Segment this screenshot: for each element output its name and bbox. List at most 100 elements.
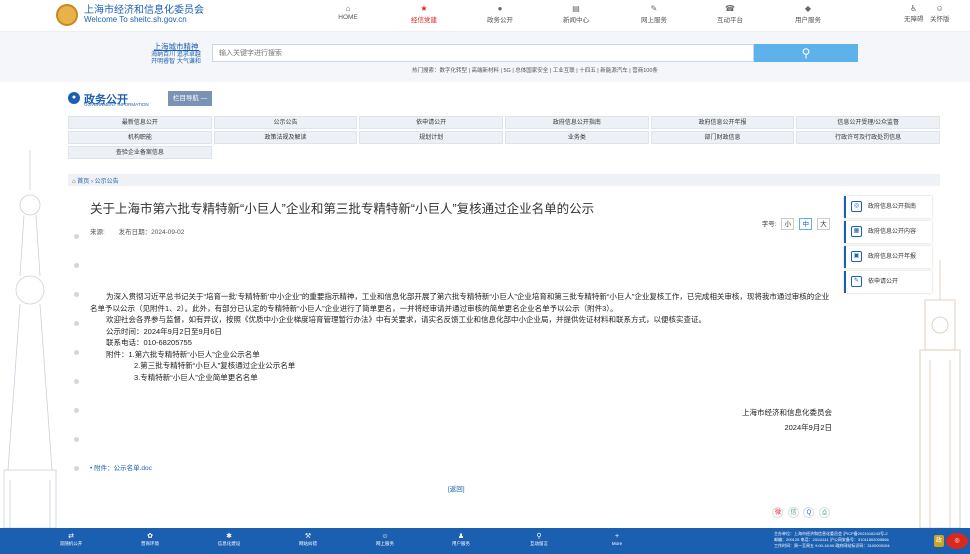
footer-item[interactable]: ⚲ 互动留言 xyxy=(514,532,564,547)
home-icon: ⌂ xyxy=(345,4,351,13)
nav-label: 互动平台 xyxy=(717,17,743,24)
gov-category-grid: 最新信息公开 公示公告 依申请公开 政府信息公开指南 政府信息公开年报 信息公开… xyxy=(68,116,940,159)
category-link[interactable]: 最新信息公开 xyxy=(68,116,212,129)
nav-interaction[interactable]: ☎ 互动平台 xyxy=(700,4,760,24)
article-title: 关于上海市第六批专精特新“小巨人”企业和第三批专精特新“小巨人”复核通过企业名单… xyxy=(90,202,595,216)
nav-online-service[interactable]: ✎ 网上服务 xyxy=(624,4,684,24)
nav-gov-open[interactable]: ● 政务公开 xyxy=(470,4,530,24)
breadcrumb-home[interactable]: 首页 xyxy=(77,179,89,185)
category-link[interactable]: 部门财政信息 xyxy=(650,131,795,144)
breadcrumb-separator: › xyxy=(90,179,93,185)
footer-item[interactable]: ⚒ 网站纠错 xyxy=(283,532,333,547)
emblem-logo[interactable] xyxy=(56,4,78,26)
side-link-apply[interactable]: ✎ 依申请公开 xyxy=(844,271,932,293)
category-link[interactable]: 政策法规及解读 xyxy=(213,131,358,144)
user-service-icon: ◆ xyxy=(804,4,812,13)
footer-more[interactable]: + More xyxy=(592,532,642,546)
font-size-label: 字号: xyxy=(761,221,777,228)
side-link-guide[interactable]: ◎ 政府信息公开指南 xyxy=(844,196,932,218)
gov-open-header: ● 政务公开 GOVERNMENT INFORMATION 栏目导航 — xyxy=(68,90,948,110)
hot-search-list[interactable]: 热门搜索：数字化转型 | 高端新材料 | 5G | 总体国家安全 | 工业互联 … xyxy=(412,66,658,74)
notice-period: 公示时间：2024年9月2日至9月6日 xyxy=(106,326,222,336)
footer-item[interactable]: ☺ 网上服务 xyxy=(360,532,410,547)
side-quick-links: ◎ 政府信息公开指南 ▦ 政府信息公开内容 ▣ 政府信息公开年报 ✎ 依申请公开 xyxy=(844,196,932,296)
side-link-label: 政府信息公开内容 xyxy=(868,229,917,235)
qq-share-icon[interactable]: Q xyxy=(803,507,815,518)
care-icon: ☺ xyxy=(935,4,944,13)
back-link[interactable]: [返回] xyxy=(448,483,465,493)
wechat-share-icon[interactable]: 信 xyxy=(787,507,799,518)
font-size-large[interactable]: 大 xyxy=(817,218,830,230)
party-icon: ★ xyxy=(420,4,428,13)
footer-label: 网站纠错 xyxy=(299,541,317,546)
side-link-content[interactable]: ▦ 政府信息公开内容 xyxy=(844,221,932,243)
footer-label: 互动留言 xyxy=(530,541,548,546)
footer-info: 主办单位：上海市经济和信息化委员会 沪ICP备2021016243号-2 邮编：… xyxy=(774,531,934,549)
site-subtitle: Welcome To sheitc.sh.gov.cn xyxy=(84,15,187,24)
category-link[interactable]: 政府信息公开年报 xyxy=(650,116,795,129)
article-date: 发布日期：2024-09-02 xyxy=(118,229,185,236)
footer-label: 信息化建设 xyxy=(217,541,241,546)
category-link[interactable]: 业务类 xyxy=(505,131,649,144)
brand-line: 开明睿智 大气谦和 xyxy=(151,59,201,65)
body-paragraph: 为深入贯彻习近平总书记关于“培育一批‘专精特新’中小企业”的重要指示精神，工业和… xyxy=(90,292,830,313)
nav-label: 政务公开 xyxy=(487,17,513,24)
footer-item[interactable]: ♟ 用户服务 xyxy=(436,532,486,547)
nav-label: 经信党建 xyxy=(411,17,437,24)
nav-party-building[interactable]: ★ 经信党建 xyxy=(394,4,454,24)
weibo-share-icon[interactable]: 微 xyxy=(772,507,784,518)
section-subtitle: GOVERNMENT INFORMATION xyxy=(84,102,149,107)
font-size-small[interactable]: 小 xyxy=(781,218,795,230)
category-link[interactable]: 机构职能 xyxy=(68,131,212,144)
accessibility-link[interactable]: ♿ 无障碍 xyxy=(904,4,924,23)
nav-news[interactable]: ▤ 新闻中心 xyxy=(546,4,606,24)
care-mode-link[interactable]: ☺ 关怀版 xyxy=(930,4,950,23)
category-link[interactable]: 公示公告 xyxy=(213,116,358,129)
category-link[interactable]: 查验企业备案信息 xyxy=(68,146,212,159)
search-button[interactable]: ⚲ xyxy=(754,44,858,62)
nav-user-service[interactable]: ◆ 用户服务 xyxy=(778,4,838,24)
util-label: 关怀版 xyxy=(930,16,950,23)
font-size-medium[interactable]: 中 xyxy=(799,218,813,230)
footer-item[interactable]: ⇄ 双随机公开 xyxy=(46,532,96,547)
column-nav-button[interactable]: 栏目导航 — xyxy=(168,91,212,106)
side-link-label: 政府信息公开年报 xyxy=(868,254,917,260)
article-meta: 来源: 发布日期：2024-09-02 xyxy=(90,226,196,236)
nav-label: 用户服务 xyxy=(795,17,821,24)
swap-icon: ⇄ xyxy=(68,533,74,540)
gov-icon: ● xyxy=(497,4,503,13)
decor-dots xyxy=(74,234,84,495)
speech-bubble-icon: ● xyxy=(68,92,80,104)
brand-line: 海纳百川 追求卓越 xyxy=(151,52,201,58)
body-paragraph: 欢迎社会各界参与监督，如有异议，按照《优质中小企业梯度培育管理暂行办法》中有关要… xyxy=(106,315,706,324)
gov-badge-icon[interactable]: 政 xyxy=(934,535,944,547)
decor-dot xyxy=(74,437,79,442)
category-link[interactable]: 依申请公开 xyxy=(359,116,503,129)
service-icon: ☺ xyxy=(381,533,389,540)
category-link[interactable]: 政府信息公开指南 xyxy=(505,116,649,129)
breadcrumb: ⌂ 首页 › 公示公告 xyxy=(68,174,940,186)
error-report-icon[interactable]: ◎ xyxy=(946,533,968,549)
article-panel: 关于上海市第六批专精特新“小巨人”企业和第三批专精特新“小巨人”复核通过企业名单… xyxy=(68,188,842,520)
category-link[interactable]: 信息公开受理/公众监督 xyxy=(796,116,940,129)
search-input[interactable] xyxy=(212,44,754,62)
footer-item[interactable]: ✱ 信息化建设 xyxy=(204,532,254,547)
category-link[interactable]: 行政许可及行政处罚信息 xyxy=(796,131,940,144)
breadcrumb-current[interactable]: 公示公告 xyxy=(95,179,119,185)
contact-phone: 联系电话：010-68205755 xyxy=(106,338,192,347)
compass-icon: ◎ xyxy=(851,201,862,212)
nav-home[interactable]: ⌂ HOME xyxy=(318,4,378,21)
footer-item[interactable]: ✿ 营商环境 xyxy=(125,532,175,547)
nav-label: HOME xyxy=(338,14,358,21)
side-link-annual-report[interactable]: ▣ 政府信息公开年报 xyxy=(844,246,932,268)
font-size-switcher: 字号: 小 中 大 xyxy=(762,218,830,230)
attachment-download-link[interactable]: • 附件：公示名单.doc xyxy=(90,462,152,472)
gear-icon: ✱ xyxy=(226,533,232,540)
decor-dot xyxy=(74,263,79,268)
category-link[interactable]: 规划计划 xyxy=(359,131,503,144)
side-link-label: 依申请公开 xyxy=(868,279,899,285)
user-icon: ♟ xyxy=(457,533,465,540)
print-share-icon[interactable]: ⎙ xyxy=(819,507,830,518)
footer-label: 用户服务 xyxy=(452,541,470,546)
news-icon: ▤ xyxy=(572,4,580,13)
